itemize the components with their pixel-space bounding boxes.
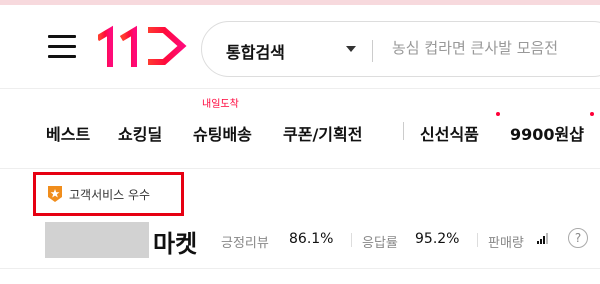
header: 통합검색 [0, 5, 600, 87]
divider [0, 168, 600, 169]
divider [0, 268, 600, 269]
search-divider [372, 40, 373, 62]
seller-name-redacted [45, 222, 149, 258]
response-rate-label: 응답률 [362, 236, 398, 251]
stat-divider [477, 233, 478, 247]
menu-icon[interactable] [48, 33, 78, 61]
logo[interactable] [98, 24, 188, 68]
nav-item-shooting-delivery[interactable]: 슈팅배송 [193, 121, 252, 145]
chevron-down-icon[interactable] [346, 46, 356, 52]
nav-badge-next-day: 내일도착 [202, 99, 239, 110]
seller-name[interactable]: 마켓 [153, 224, 197, 259]
positive-review-value: 86.1% [289, 231, 334, 247]
response-rate-value: 95.2% [415, 231, 460, 247]
service-badge-label: 고객서비스 우수 [69, 188, 151, 202]
search-scope-select[interactable]: 통합검색 [226, 39, 285, 63]
nav-item-best[interactable]: 베스트 [46, 121, 90, 145]
stat-divider [351, 233, 352, 247]
sales-volume-bars-icon [537, 232, 551, 244]
nav-item-fresh-food[interactable]: 신선식품 [420, 121, 479, 145]
help-icon[interactable]: ? [568, 228, 588, 248]
nav-item-shocking-deal[interactable]: 쇼킹딜 [118, 121, 162, 145]
nav-item-coupon-events[interactable]: 쿠폰/기획전 [283, 121, 362, 145]
new-dot-icon [590, 112, 594, 116]
star-shield-icon [48, 186, 62, 202]
nav-item-9900-shop[interactable]: 9900원샵 [510, 121, 584, 145]
search-input[interactable] [392, 39, 600, 57]
new-dot-icon [496, 112, 500, 116]
positive-review-label: 긍정리뷰 [221, 236, 269, 251]
page: 통합검색 내일도착 베스트 쇼킹딜 슈팅배송 쿠폰/기획전 신선식품 9900원… [0, 0, 600, 284]
sales-volume-label: 판매량 [488, 236, 524, 251]
nav-divider [403, 122, 404, 140]
search-bar: 통합검색 [201, 21, 600, 77]
category-nav: 내일도착 베스트 쇼킹딜 슈팅배송 쿠폰/기획전 신선식품 9900원샵 [0, 89, 600, 167]
